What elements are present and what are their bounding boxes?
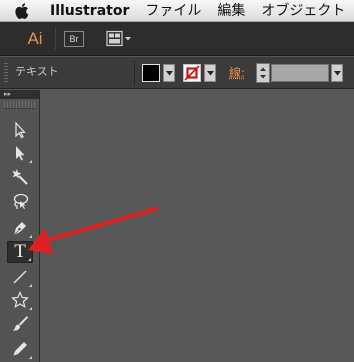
ai-logo: Ai [27,29,43,48]
lasso-icon [13,193,29,209]
no-stroke-icon [184,65,200,81]
stroke-weight-field[interactable] [271,64,329,82]
tools-panel: ▸▸ T [0,90,40,362]
menu-file[interactable]: ファイル [145,0,201,21]
direct-arrow-icon [16,146,25,161]
appbar-divider [55,28,56,50]
chevron-down-icon [166,71,173,76]
arrow-icon [15,121,26,139]
arrange-documents-icon [106,30,131,47]
pencil-icon [13,342,27,356]
star-tool[interactable] [7,289,33,311]
stroke-dropdown-button[interactable] [204,64,216,82]
pencil-tool[interactable] [7,338,33,360]
menu-edit[interactable]: 編集 [217,0,245,21]
chevron-down-icon [207,71,214,76]
fill-color-swatch[interactable] [142,64,160,82]
canvas-area[interactable] [41,90,354,362]
paintbrush-tool[interactable] [7,312,33,334]
star-icon [11,291,29,309]
menu-app-name[interactable]: Illustrator [50,0,129,21]
control-panel: テキスト 線: [0,57,354,89]
tool-flyout-indicator [29,160,32,163]
menu-object[interactable]: オブジェクト [261,0,345,21]
tool-flyout-indicator [29,356,32,359]
stroke-weight-stepper[interactable] [256,63,270,83]
collapse-panel-icon[interactable]: ▸▸ [4,90,11,99]
bridge-button[interactable]: Br [64,31,84,47]
tools-panel-grip[interactable] [4,101,35,109]
selection-type-label: テキスト [15,65,59,78]
arrange-documents-button[interactable] [106,30,136,48]
tool-flyout-indicator [29,307,32,310]
panel-grip[interactable] [4,63,8,83]
stroke-label-text: 線 [229,66,242,80]
tool-flyout-indicator [29,235,32,238]
pen-tool[interactable] [7,217,33,239]
line-icon [13,270,27,284]
apple-icon[interactable] [15,2,31,19]
type-icon: T [14,241,26,262]
selection-tool[interactable] [7,119,33,141]
tool-flyout-indicator [29,284,32,287]
tools-panel-header[interactable]: ▸▸ [0,90,39,99]
stroke-color-swatch[interactable] [183,64,201,82]
line-segment-tool[interactable] [7,266,33,288]
magic-wand-icon [12,169,28,185]
fill-dropdown-button[interactable] [163,64,175,82]
pen-icon [13,222,26,236]
direct-selection-tool[interactable] [7,142,33,164]
stepper-arrows-icon [260,67,266,79]
tool-flyout-indicator [28,258,31,261]
control-divider [134,61,135,85]
stroke-label[interactable]: 線: [229,64,245,82]
type-tool[interactable]: T [7,241,33,263]
chevron-down-icon [334,71,341,76]
magic-wand-tool[interactable] [7,166,33,188]
stroke-weight-dropdown[interactable] [331,64,343,82]
lasso-tool[interactable] [7,190,33,212]
menu-bar: Illustrator ファイル 編集 オブジェクト [0,0,354,22]
application-bar: Ai Br [0,22,354,56]
paintbrush-icon [12,316,28,331]
stroke-label-colon: : [241,66,246,80]
